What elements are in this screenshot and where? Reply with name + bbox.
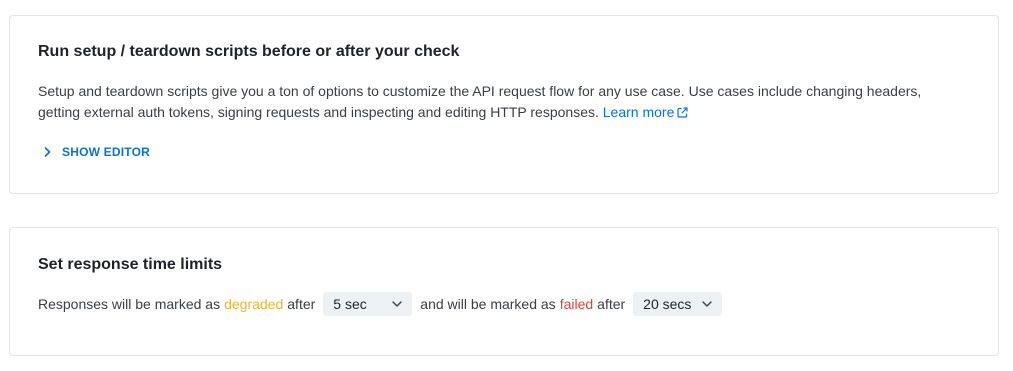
degraded-time-value: 5 sec — [333, 296, 367, 312]
response-time-limits-card: Set response time limits Responses will … — [9, 227, 999, 356]
show-editor-label: SHOW EDITOR — [62, 145, 150, 159]
chevron-down-icon — [702, 301, 712, 307]
learn-more-label: Learn more — [602, 104, 675, 120]
response-time-limits-row: Responses will be marked as degraded aft… — [38, 292, 723, 316]
degraded-time-select[interactable]: 5 sec — [323, 292, 413, 316]
after-text-1: after — [287, 296, 316, 312]
limits-prefix-text: Responses will be marked as — [38, 296, 221, 312]
limits-middle-text: and will be marked as — [420, 296, 556, 312]
degraded-label: degraded — [224, 296, 284, 312]
setup-teardown-title: Run setup / teardown scripts before or a… — [38, 43, 460, 60]
response-time-limits-title: Set response time limits — [38, 256, 223, 273]
learn-more-link[interactable]: Learn more — [603, 104, 689, 120]
failed-time-value: 20 secs — [643, 296, 692, 312]
chevron-down-icon — [392, 301, 402, 307]
chevron-right-icon — [44, 147, 51, 157]
failed-time-select[interactable]: 20 secs — [633, 292, 723, 316]
show-editor-toggle[interactable]: SHOW EDITOR — [43, 145, 150, 159]
setup-teardown-description: Setup and teardown scripts give you a to… — [38, 81, 958, 123]
external-link-icon — [677, 107, 688, 118]
setup-teardown-card: Run setup / teardown scripts before or a… — [9, 15, 999, 194]
after-text-2: after — [597, 296, 626, 312]
failed-label: failed — [559, 296, 594, 312]
setup-teardown-description-text: Setup and teardown scripts give you a to… — [38, 83, 922, 120]
